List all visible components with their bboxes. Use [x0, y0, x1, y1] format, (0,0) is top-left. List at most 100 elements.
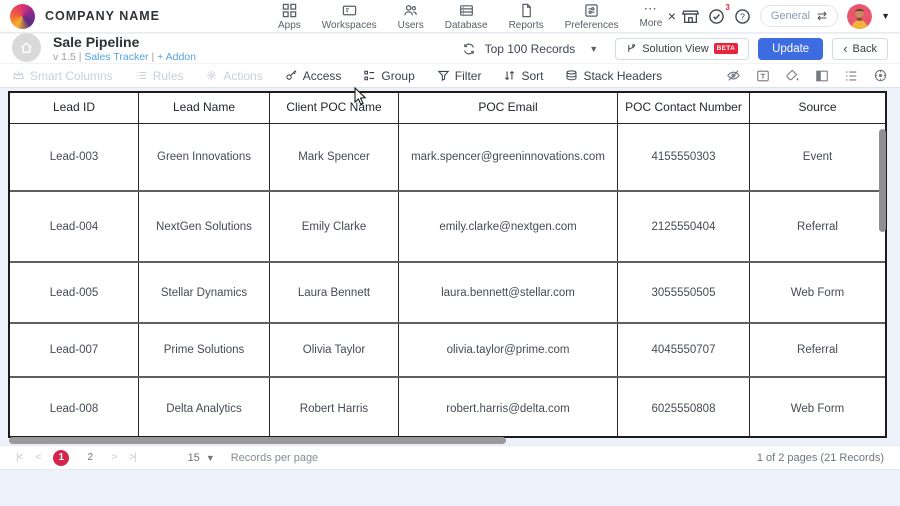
table-cell[interactable]: Robert Harris	[270, 378, 399, 438]
table-cell[interactable]: 4155550303	[618, 124, 750, 190]
field-format-icon[interactable]	[756, 69, 770, 83]
group-label: Group	[381, 69, 414, 83]
stack-headers-button[interactable]: Stack Headers	[565, 69, 662, 83]
refresh-icon[interactable]	[462, 42, 476, 56]
crown-icon	[12, 69, 25, 82]
marketplace-icon[interactable]	[682, 8, 699, 25]
table-cell[interactable]: Referral	[750, 324, 885, 376]
title-block: Sale Pipeline v 1.5 | Sales Tracker | + …	[53, 34, 196, 62]
nav-database[interactable]: Database	[445, 3, 488, 31]
notification-count: 3	[725, 3, 729, 12]
sort-arrows-icon	[503, 69, 516, 82]
update-button[interactable]: Update	[758, 38, 823, 60]
table-cell[interactable]: Stellar Dynamics	[139, 263, 270, 322]
table-cell[interactable]: Delta Analytics	[139, 378, 270, 438]
nav-label: Preferences	[565, 20, 619, 31]
nav-label: Reports	[509, 20, 544, 31]
version-label: v 1.5	[53, 51, 76, 63]
table-cell[interactable]: Referral	[750, 192, 885, 261]
hide-fields-icon[interactable]	[726, 68, 741, 83]
company-logo-icon	[10, 4, 35, 29]
table-area: Lead IDLead NameClient POC NamePOC Email…	[0, 89, 900, 506]
page-button-2[interactable]: 2	[82, 450, 98, 466]
table-cell[interactable]: Lead-004	[10, 192, 139, 261]
paint-bucket-icon[interactable]	[785, 68, 800, 83]
next-page-icon[interactable]: >	[111, 452, 116, 463]
table-cell[interactable]: 2125550404	[618, 192, 750, 261]
column-header[interactable]: Lead ID	[10, 93, 139, 123]
column-header[interactable]: POC Email	[399, 93, 618, 123]
table-cell[interactable]: olivia.taylor@prime.com	[399, 324, 618, 376]
horizontal-scrollbar[interactable]	[9, 437, 506, 444]
records-selector[interactable]: Top 100 Records ▼	[485, 42, 599, 56]
side-panel-icon[interactable]	[815, 69, 829, 83]
records-selector-value: Top 100 Records	[485, 42, 576, 56]
beta-badge: BETA	[714, 43, 738, 54]
vertical-scrollbar[interactable]	[879, 129, 886, 232]
nav-apps[interactable]: Apps	[278, 3, 301, 31]
table-cell[interactable]: Lead-003	[10, 124, 139, 190]
table-cell[interactable]: Laura Bennett	[270, 263, 399, 322]
table-cell[interactable]: Emily Clarke	[270, 192, 399, 261]
page-button-1[interactable]: 1	[53, 450, 69, 466]
column-header[interactable]: Source	[750, 93, 885, 123]
user-avatar[interactable]	[847, 4, 872, 29]
addon-link[interactable]: + Addon	[157, 51, 196, 63]
help-icon[interactable]: ?	[734, 8, 751, 25]
table-cell[interactable]: Prime Solutions	[139, 324, 270, 376]
table-cell[interactable]: Lead-007	[10, 324, 139, 376]
table-cell[interactable]: robert.harris@delta.com	[399, 378, 618, 438]
table-cell[interactable]: Lead-005	[10, 263, 139, 322]
nav-users[interactable]: Users	[398, 3, 424, 31]
filter-funnel-icon	[437, 69, 450, 82]
profile-caret-icon[interactable]: ▼	[881, 11, 890, 21]
solution-view-button[interactable]: Solution View BETA	[615, 38, 749, 60]
table-cell[interactable]: Web Form	[750, 378, 885, 438]
last-page-icon[interactable]: >|	[129, 452, 135, 463]
more-icon: ···	[644, 3, 657, 16]
table-cell[interactable]: mark.spencer@greeninnovations.com	[399, 124, 618, 190]
table-cell[interactable]: Olivia Taylor	[270, 324, 399, 376]
table-cell[interactable]: Mark Spencer	[270, 124, 399, 190]
row-height-icon[interactable]	[844, 69, 858, 83]
tasks-check-icon[interactable]: 3	[708, 8, 725, 25]
column-header[interactable]: Client POC Name	[270, 93, 399, 123]
view-settings-icon[interactable]	[873, 68, 888, 83]
stack-home-badge[interactable]	[12, 33, 41, 62]
table-cell[interactable]: Event	[750, 124, 885, 190]
back-button[interactable]: ‹ Back	[832, 38, 888, 60]
nav-label: More	[640, 18, 663, 29]
table-cell[interactable]: 3055550505	[618, 263, 750, 322]
nav-preferences[interactable]: Preferences	[565, 3, 619, 31]
column-header[interactable]: POC Contact Number	[618, 93, 750, 123]
column-header[interactable]: Lead Name	[139, 93, 270, 123]
table-cell[interactable]: 6025550808	[618, 378, 750, 438]
table-row: Lead-003Green InnovationsMark Spencermar…	[10, 124, 885, 192]
switch-icon: ⇄	[817, 9, 827, 23]
table-cell[interactable]: Green Innovations	[139, 124, 270, 190]
header-utilities: 3 ? General ⇄ ▼	[682, 4, 890, 29]
nav-reports[interactable]: Reports	[509, 3, 544, 31]
table-cell[interactable]: Web Form	[750, 263, 885, 322]
table-cell[interactable]: laura.bennett@stellar.com	[399, 263, 618, 322]
table-cell[interactable]: 4045550707	[618, 324, 750, 376]
prev-page-icon[interactable]: <	[35, 452, 40, 463]
pagination-bar: |< < 1 2 > >| 15 ▼ Records per page 1 of…	[0, 445, 900, 470]
close-icon[interactable]: ×	[668, 8, 676, 24]
sales-tracker-link[interactable]: Sales Tracker	[84, 51, 148, 63]
filter-button[interactable]: Filter	[437, 69, 482, 83]
nav-workspaces[interactable]: Workspaces	[322, 3, 377, 31]
access-button[interactable]: Access	[285, 69, 342, 83]
table-row: Lead-005Stellar DynamicsLaura Bennettlau…	[10, 263, 885, 324]
records-per-page-select[interactable]: 15 ▼	[188, 452, 215, 464]
solution-icon	[626, 43, 637, 54]
nav-more[interactable]: ··· More	[640, 3, 663, 29]
sort-button[interactable]: Sort	[503, 69, 543, 83]
first-page-icon[interactable]: |<	[16, 452, 22, 463]
workspace-switcher[interactable]: General ⇄	[760, 5, 838, 27]
group-button[interactable]: Group	[363, 69, 414, 83]
table-cell[interactable]: NextGen Solutions	[139, 192, 270, 261]
toolbar-left: Smart Columns Rules Actions Access Group…	[12, 69, 662, 83]
table-cell[interactable]: Lead-008	[10, 378, 139, 438]
table-cell[interactable]: emily.clarke@nextgen.com	[399, 192, 618, 261]
